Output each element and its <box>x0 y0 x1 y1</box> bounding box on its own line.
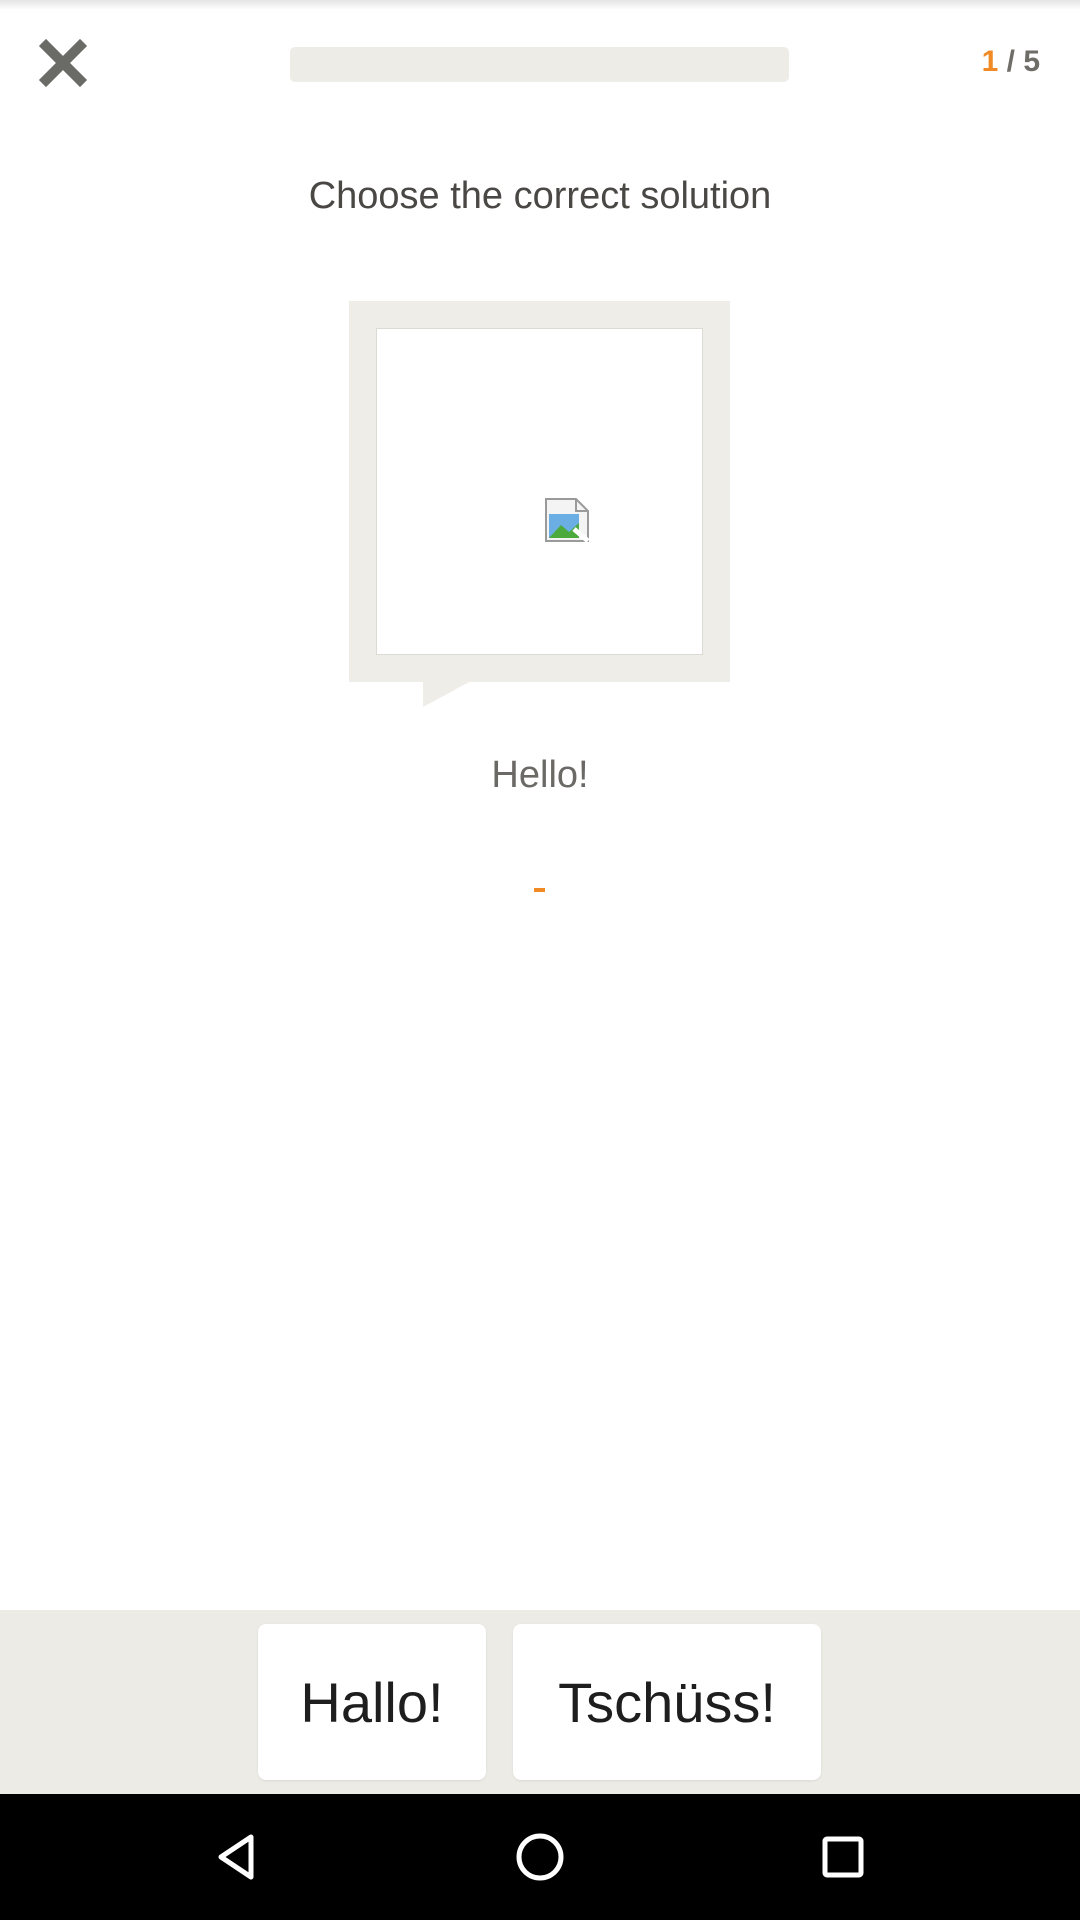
answer-blank-marker <box>534 888 545 892</box>
exercise-instruction: Choose the correct solution <box>308 175 772 217</box>
broken-image-icon <box>545 498 590 543</box>
home-circle-icon <box>516 1833 564 1881</box>
answer-option-tschuess[interactable]: Tschüss! <box>513 1624 821 1780</box>
counter-total: 5 <box>1023 45 1040 78</box>
progress-bar <box>290 47 789 82</box>
answer-option-hallo[interactable]: Hallo! <box>258 1624 486 1780</box>
back-triangle-icon <box>218 1834 254 1880</box>
nav-back-button[interactable] <box>197 1817 277 1897</box>
recent-apps-square-icon <box>822 1836 864 1878</box>
picture-frame <box>349 301 730 682</box>
nav-recent-apps-button[interactable] <box>803 1817 883 1897</box>
close-button[interactable] <box>28 28 98 98</box>
counter-current: 1 <box>981 45 999 78</box>
question-counter: 1 / 5 <box>982 42 1040 82</box>
top-shadow <box>0 0 1080 10</box>
system-navigation-bar <box>0 1794 1080 1920</box>
counter-separator: / <box>998 45 1024 78</box>
source-phrase: Hello! <box>491 754 589 796</box>
speech-bubble-tail <box>423 681 471 707</box>
close-icon <box>38 38 88 88</box>
nav-home-button[interactable] <box>500 1817 580 1897</box>
picture-area <box>376 328 703 655</box>
